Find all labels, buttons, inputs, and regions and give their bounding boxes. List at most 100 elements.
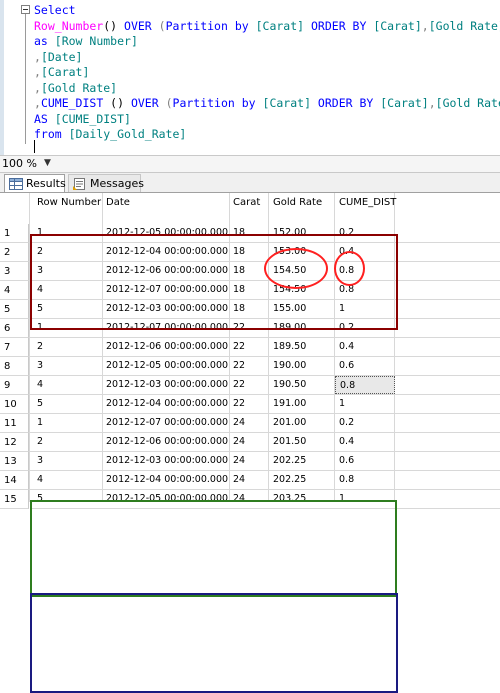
cell-row-number[interactable]: 5 bbox=[37, 490, 43, 508]
table-row[interactable]: 2 2012-12-04 00:00:00.000 18 153.00 0.4 bbox=[30, 243, 500, 262]
cell-date[interactable]: 2012-12-07 00:00:00.000 bbox=[106, 281, 228, 299]
table-row[interactable]: 1 2012-12-05 00:00:00.000 18 152.00 0.2 bbox=[30, 224, 500, 243]
table-row[interactable]: 4 2012-12-04 00:00:00.000 24 202.25 0.8 bbox=[30, 471, 500, 490]
row-header[interactable]: 13 bbox=[0, 452, 29, 471]
cell-date[interactable]: 2012-12-04 00:00:00.000 bbox=[106, 243, 228, 261]
results-grid[interactable]: Row Number Date Carat Gold Rate CUME_DIS… bbox=[0, 193, 500, 693]
cell-row-number[interactable]: 4 bbox=[37, 281, 43, 299]
column-header-gold-rate[interactable]: Gold Rate bbox=[273, 193, 322, 212]
row-header[interactable]: 15 bbox=[0, 490, 29, 509]
cell-carat[interactable]: 22 bbox=[233, 357, 245, 375]
row-header[interactable]: 1 bbox=[0, 224, 29, 243]
cell-carat[interactable]: 22 bbox=[233, 319, 245, 337]
cell-gold-rate[interactable]: 155.00 bbox=[273, 300, 306, 318]
cell-cume-dist[interactable]: 0.6 bbox=[339, 452, 354, 470]
table-row[interactable]: 3 2012-12-03 00:00:00.000 24 202.25 0.6 bbox=[30, 452, 500, 471]
cell-cume-dist[interactable]: 0.2 bbox=[339, 224, 354, 242]
cell-gold-rate[interactable]: 201.00 bbox=[273, 414, 306, 432]
cell-gold-rate[interactable]: 154.50 bbox=[273, 281, 306, 299]
cell-carat[interactable]: 18 bbox=[233, 300, 245, 318]
cell-carat[interactable]: 18 bbox=[233, 224, 245, 242]
cell-carat[interactable]: 18 bbox=[233, 262, 245, 280]
cell-gold-rate[interactable]: 202.25 bbox=[273, 452, 306, 470]
cell-row-number[interactable]: 3 bbox=[37, 262, 43, 280]
cell-row-number[interactable]: 5 bbox=[37, 300, 43, 318]
cell-carat[interactable]: 22 bbox=[233, 338, 245, 356]
row-header[interactable]: 12 bbox=[0, 433, 29, 452]
cell-carat[interactable]: 18 bbox=[233, 243, 245, 261]
table-row[interactable]: 4 2012-12-07 00:00:00.000 18 154.50 0.8 bbox=[30, 281, 500, 300]
row-header[interactable]: 6 bbox=[0, 319, 29, 338]
sql-code[interactable]: Select Row_Number() OVER (Partition by [C… bbox=[34, 3, 500, 143]
collapse-minus-icon[interactable] bbox=[21, 5, 30, 14]
cell-row-number[interactable]: 4 bbox=[37, 471, 43, 489]
cell-date[interactable]: 2012-12-07 00:00:00.000 bbox=[106, 414, 228, 432]
cell-cume-dist[interactable]: 0.6 bbox=[339, 357, 354, 375]
cell-row-number[interactable]: 3 bbox=[37, 452, 43, 470]
row-header[interactable]: 5 bbox=[0, 300, 29, 319]
cell-date[interactable]: 2012-12-06 00:00:00.000 bbox=[106, 433, 228, 451]
table-row[interactable]: 1 2012-12-07 00:00:00.000 24 201.00 0.2 bbox=[30, 414, 500, 433]
column-header-carat[interactable]: Carat bbox=[233, 193, 260, 212]
row-header[interactable]: 8 bbox=[0, 357, 29, 376]
cell-date[interactable]: 2012-12-06 00:00:00.000 bbox=[106, 338, 228, 356]
cell-gold-rate[interactable]: 154.50 bbox=[273, 262, 306, 280]
cell-gold-rate[interactable]: 153.00 bbox=[273, 243, 306, 261]
row-header[interactable]: 4 bbox=[0, 281, 29, 300]
cell-cume-dist[interactable]: 0.2 bbox=[339, 319, 354, 337]
cell-date[interactable]: 2012-12-03 00:00:00.000 bbox=[106, 452, 228, 470]
cell-cume-dist[interactable]: 0.8 bbox=[339, 471, 354, 489]
cell-gold-rate[interactable]: 202.25 bbox=[273, 471, 306, 489]
table-row[interactable]: 5 2012-12-05 00:00:00.000 24 203.25 1 bbox=[30, 490, 500, 509]
table-row[interactable]: 2 2012-12-06 00:00:00.000 22 189.50 0.4 bbox=[30, 338, 500, 357]
cell-row-number[interactable]: 2 bbox=[37, 338, 43, 356]
cell-carat[interactable]: 22 bbox=[233, 395, 245, 413]
cell-row-number[interactable]: 2 bbox=[37, 433, 43, 451]
cell-date[interactable]: 2012-12-03 00:00:00.000 bbox=[106, 376, 228, 394]
table-row[interactable]: 4 2012-12-03 00:00:00.000 22 190.50 0.8 bbox=[30, 376, 500, 395]
cell-carat[interactable]: 24 bbox=[233, 414, 245, 432]
column-header-cume-dist[interactable]: CUME_DIST bbox=[339, 193, 396, 212]
table-row[interactable]: 5 2012-12-03 00:00:00.000 18 155.00 1 bbox=[30, 300, 500, 319]
zoom-level[interactable]: 100 % bbox=[2, 157, 37, 170]
cell-carat[interactable]: 24 bbox=[233, 490, 245, 508]
chevron-down-icon[interactable]: ▼ bbox=[44, 158, 51, 168]
cell-carat[interactable]: 24 bbox=[233, 452, 245, 470]
cell-row-number[interactable]: 1 bbox=[37, 414, 43, 432]
cell-cume-dist[interactable]: 0.2 bbox=[339, 414, 354, 432]
cell-date[interactable]: 2012-12-05 00:00:00.000 bbox=[106, 490, 228, 508]
row-header[interactable]: 9 bbox=[0, 376, 29, 395]
row-header[interactable]: 7 bbox=[0, 338, 29, 357]
cell-row-number[interactable]: 4 bbox=[37, 376, 43, 394]
cell-carat[interactable]: 24 bbox=[233, 433, 245, 451]
table-row[interactable]: 1 2012-12-07 00:00:00.000 22 189.00 0.2 bbox=[30, 319, 500, 338]
cell-date[interactable]: 2012-12-05 00:00:00.000 bbox=[106, 224, 228, 242]
cell-row-number[interactable]: 3 bbox=[37, 357, 43, 375]
query-editor[interactable]: Select Row_Number() OVER (Partition by [C… bbox=[0, 0, 500, 155]
cell-gold-rate[interactable]: 203.25 bbox=[273, 490, 306, 508]
table-row[interactable]: 3 2012-12-05 00:00:00.000 22 190.00 0.6 bbox=[30, 357, 500, 376]
cell-date[interactable]: 2012-12-07 00:00:00.000 bbox=[106, 319, 228, 337]
cell-date[interactable]: 2012-12-06 00:00:00.000 bbox=[106, 262, 228, 280]
cell-date[interactable]: 2012-12-03 00:00:00.000 bbox=[106, 300, 228, 318]
cell-cume-dist[interactable]: 1 bbox=[339, 490, 345, 508]
cell-gold-rate[interactable]: 189.00 bbox=[273, 319, 306, 337]
cell-cume-dist[interactable]: 0.8 bbox=[339, 262, 354, 280]
tab-messages[interactable]: Messages bbox=[68, 174, 144, 192]
cell-date[interactable]: 2012-12-04 00:00:00.000 bbox=[106, 471, 228, 489]
cell-cume-dist[interactable]: 0.4 bbox=[339, 243, 354, 261]
cell-cume-dist[interactable]: 1 bbox=[339, 300, 345, 318]
cell-gold-rate[interactable]: 152.00 bbox=[273, 224, 306, 242]
column-header-date[interactable]: Date bbox=[106, 193, 130, 212]
cell-cume-dist[interactable]: 0.8 bbox=[335, 376, 395, 394]
cell-row-number[interactable]: 5 bbox=[37, 395, 43, 413]
table-row[interactable]: 5 2012-12-04 00:00:00.000 22 191.00 1 bbox=[30, 395, 500, 414]
cell-carat[interactable]: 18 bbox=[233, 281, 245, 299]
cell-cume-dist[interactable]: 0.8 bbox=[339, 281, 354, 299]
cell-gold-rate[interactable]: 191.00 bbox=[273, 395, 306, 413]
cell-row-number[interactable]: 1 bbox=[37, 319, 43, 337]
tab-results[interactable]: Results bbox=[4, 174, 66, 192]
cell-cume-dist[interactable]: 0.4 bbox=[339, 433, 354, 451]
row-header[interactable]: 11 bbox=[0, 414, 29, 433]
column-header-row-number[interactable]: Row Number bbox=[37, 193, 101, 212]
